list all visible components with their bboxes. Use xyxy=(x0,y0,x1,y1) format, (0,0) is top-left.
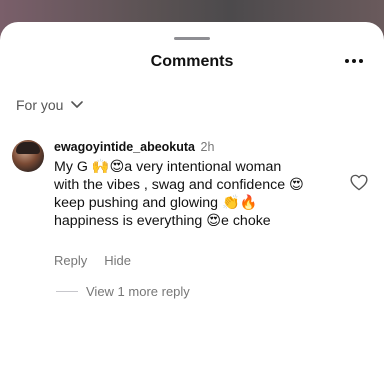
comment-text: My G 🙌😍a very intentional woman with the… xyxy=(54,159,304,229)
comments-sheet: Comments For you ewagoyintide_abeokuta 2… xyxy=(0,22,384,384)
replies-divider xyxy=(56,291,78,292)
more-options-icon[interactable] xyxy=(343,52,364,70)
heart-outline-icon[interactable] xyxy=(350,174,368,191)
reply-button[interactable]: Reply xyxy=(54,253,87,268)
comment-actions: Reply Hide xyxy=(54,253,131,268)
view-replies-button[interactable]: View 1 more reply xyxy=(56,284,190,299)
comment-username[interactable]: ewagoyintide_abeokuta xyxy=(54,140,195,154)
comment-meta: ewagoyintide_abeokuta 2h xyxy=(54,140,214,154)
view-replies-label: View 1 more reply xyxy=(86,284,190,299)
filter-label: For you xyxy=(16,97,64,113)
avatar[interactable] xyxy=(12,140,44,172)
drag-handle[interactable] xyxy=(174,37,210,40)
sheet-title: Comments xyxy=(150,53,234,70)
hide-button[interactable]: Hide xyxy=(104,253,131,268)
comment-time: 2h xyxy=(200,140,215,154)
chevron-down-icon xyxy=(71,101,84,108)
filter-dropdown[interactable]: For you xyxy=(16,97,84,113)
